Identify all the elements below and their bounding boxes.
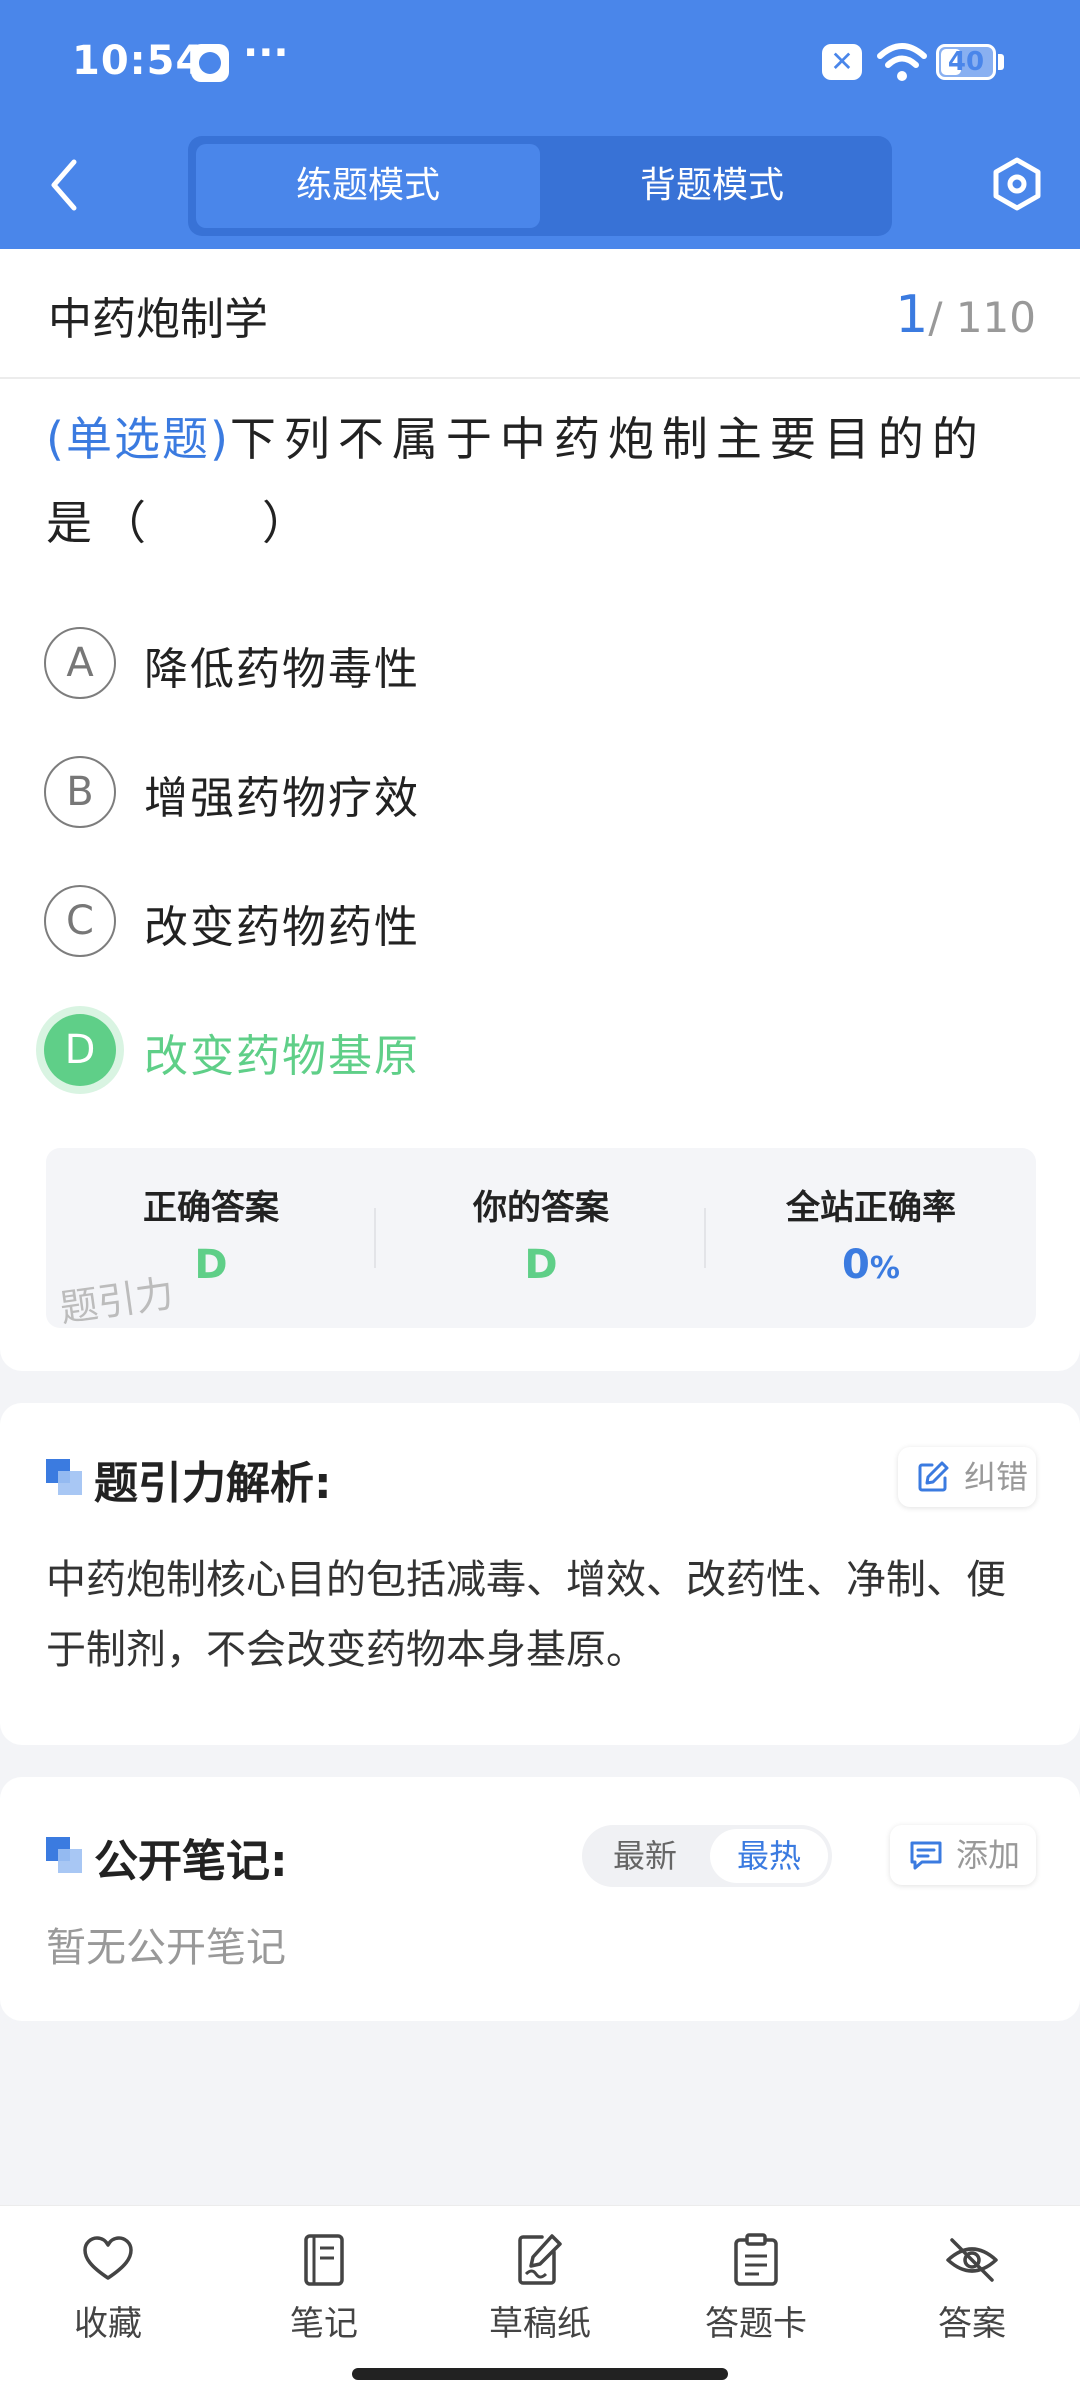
add-note-button[interactable]: 添加 [890,1825,1036,1885]
subject-title: 中药炮制学 [48,294,268,345]
no-sim-icon: ✕ [822,44,862,80]
app-notification-icon [191,44,229,82]
section-squares-icon [46,1459,82,1495]
answer-panel: 正确答案 D 你的答案 D 全站正确率 0% 题引力 [46,1148,1036,1330]
option-letter: B [44,756,116,828]
accuracy-column: 全站正确率 0% [706,1148,1036,1328]
your-answer-value: D [524,1242,558,1288]
notes-card: 公开笔记: 最新 最热 添加 暂无公开笔记 [0,1777,1080,2021]
add-note-label: 添加 [956,1836,1021,1874]
battery-icon: 40 [936,44,996,80]
option-letter: C [44,885,116,957]
your-answer-column: 你的答案 D [376,1148,706,1328]
counter-total: / 110 [928,293,1036,342]
tab-practice-mode[interactable]: 练题模式 [196,144,540,228]
notes-empty-text: 暂无公开笔记 [46,1925,286,1971]
chevron-left-icon[interactable] [40,150,90,220]
notes-label: 笔记 [290,2304,358,2344]
your-answer-label: 你的答案 [473,1188,609,1228]
draft-icon [518,2234,562,2285]
settings-hexagon-icon[interactable] [988,155,1046,213]
tab-recite-mode[interactable]: 背题模式 [540,144,884,228]
analysis-card: 题引力解析: 纠错 中药炮制核心目的包括减毒、增效、改药性、净制、便于制剂，不会… [0,1403,1080,1745]
answer-card-label: 答题卡 [705,2304,807,2344]
option-c[interactable]: C 改变药物药性 [44,881,1004,961]
status-more-dots: ··· [243,30,289,76]
analysis-title: 题引力解析: [94,1458,332,1509]
option-d[interactable]: D 改变药物基原 [44,1010,1004,1090]
question-counter: 1/ 110 [895,285,1036,345]
subject-bar: 中药炮制学 1/ 110 [0,249,1080,379]
question-text: (单选题)下列不属于中药炮制主要目的的是（ ） [46,397,1036,565]
show-answer-label: 答案 [938,2304,1006,2344]
report-error-button[interactable]: 纠错 [898,1447,1036,1507]
eye-off-icon [946,2238,998,2282]
counter-current: 1 [895,285,929,345]
draft-paper-button[interactable]: 草稿纸 [432,2206,648,2356]
question-type: (单选题) [46,412,230,466]
option-a[interactable]: A 降低药物毒性 [44,623,1004,703]
mode-toggle: 练题模式 背题模式 [188,136,892,236]
accuracy-unit: % [869,1251,900,1286]
wifi-icon [877,43,927,81]
accuracy-number: 0 [842,1242,870,1288]
option-b[interactable]: B 增强药物疗效 [44,752,1004,832]
option-text: 改变药物基原 [144,1031,420,1082]
accuracy-label: 全站正确率 [786,1188,956,1228]
answer-card-button[interactable]: 答题卡 [648,2206,864,2356]
option-text: 降低药物毒性 [144,644,420,695]
battery-level-text: 40 [947,47,985,77]
section-squares-icon [46,1837,82,1873]
sort-latest-button[interactable]: 最新 [586,1829,704,1883]
option-text: 改变药物药性 [144,902,420,953]
report-error-label: 纠错 [964,1458,1029,1496]
favorite-label: 收藏 [74,2304,142,2344]
draft-paper-label: 草稿纸 [489,2304,591,2344]
heart-icon [83,2236,133,2280]
analysis-text: 中药炮制核心目的包括减毒、增效、改药性、净制、便于制剂，不会改变药物本身基原。 [46,1557,1006,1673]
comment-icon [910,1841,942,1870]
show-answer-button[interactable]: 答案 [864,2206,1080,2356]
header: 10:54 ··· ✕ 40 练题模式 背题模式 [0,0,1080,249]
notebook-icon [304,2234,344,2286]
favorite-button[interactable]: 收藏 [0,2206,216,2356]
home-indicator[interactable] [352,2368,728,2380]
battery-tip [998,54,1004,70]
answer-card-icon [734,2233,778,2286]
notes-button[interactable]: 笔记 [216,2206,432,2356]
status-time: 10:54 [72,38,205,84]
option-letter: A [44,627,116,699]
accuracy-value: 0% [706,1242,1036,1288]
question-card: 中药炮制学 1/ 110 (单选题)下列不属于中药炮制主要目的的是（ ） A 降… [0,249,1080,1371]
notes-sort-toggle: 最新 最热 [582,1825,832,1887]
edit-icon [918,1461,949,1492]
option-letter: D [44,1014,116,1086]
correct-answer-label: 正确答案 [143,1188,279,1228]
sort-hot-button[interactable]: 最热 [710,1829,828,1883]
option-text: 增强药物疗效 [144,773,420,824]
notes-title: 公开笔记: [94,1836,288,1887]
